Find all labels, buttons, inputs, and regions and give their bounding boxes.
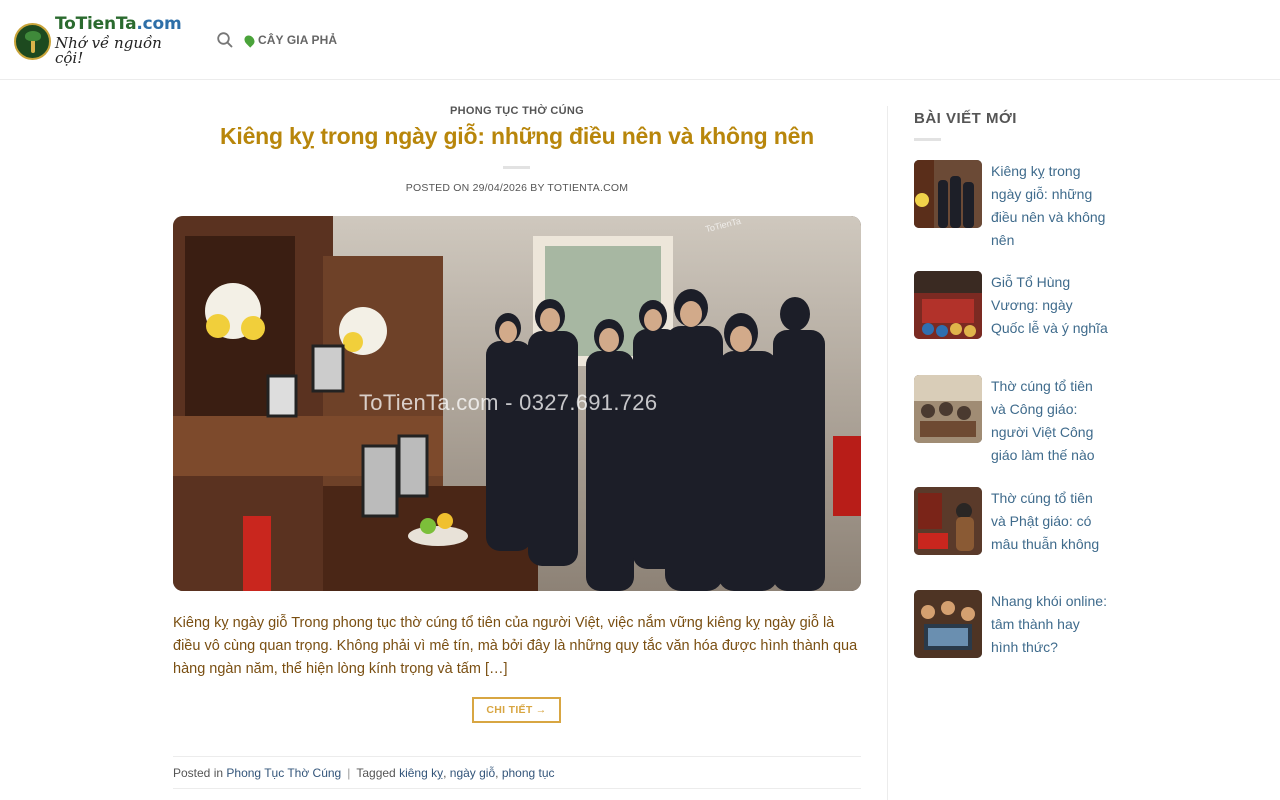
tagged-label: Tagged bbox=[356, 765, 396, 780]
recent-post-thumbnail[interactable] bbox=[914, 487, 982, 555]
image-watermark: ToTienTa.com - 0327.691.726 bbox=[359, 390, 658, 415]
recent-post-item[interactable]: Nhang khói online: tâm thành hay hình th… bbox=[914, 590, 1109, 659]
recent-post-title[interactable]: Thờ cúng tổ tiên và Công giáo: người Việ… bbox=[991, 375, 1109, 467]
article-title[interactable]: Kiêng kỵ trong ngày giỗ: những điều nên … bbox=[173, 120, 861, 152]
tag-link[interactable]: kiêng kỵ bbox=[399, 766, 443, 780]
nav-item-label: CÂY GIA PHẢ bbox=[258, 33, 338, 47]
recent-post-thumbnail[interactable] bbox=[914, 590, 982, 658]
logo-text: ToTienTa.com Nhớ về nguồn cội! bbox=[55, 16, 189, 66]
category-link[interactable]: Phong Tục Thờ Cúng bbox=[226, 766, 341, 780]
recent-post-item[interactable]: Giỗ Tổ Hùng Vương: ngày Quốc lễ và ý ngh… bbox=[914, 271, 1109, 340]
recent-post-title[interactable]: Kiêng kỵ trong ngày giỗ: những điều nên … bbox=[991, 160, 1109, 252]
title-divider bbox=[503, 166, 530, 169]
meta-date-link[interactable]: 29/04/2026 bbox=[473, 182, 528, 194]
recent-posts-title: BÀI VIẾT MỚI bbox=[914, 110, 1017, 127]
sidebar: BÀI VIẾT MỚI Kiêng kỵ trong ngày giỗ: nh… bbox=[914, 106, 1114, 658]
article-category[interactable]: PHONG TỤC THỜ CÚNG bbox=[173, 105, 861, 117]
recent-post-thumbnail[interactable] bbox=[914, 160, 982, 228]
tag-link[interactable]: phong tục bbox=[502, 766, 555, 780]
logo-slogan: Nhớ về nguồn cội! bbox=[55, 34, 162, 67]
article-featured-image[interactable]: ToTienTa.com - 0327.691.726 ToTienTa bbox=[173, 216, 861, 591]
logo-name-domain: .com bbox=[136, 14, 182, 34]
site-header: ToTienTa.com Nhớ về nguồn cội! CÂY GIA P… bbox=[0, 0, 1280, 80]
meta-posted-on: POSTED ON bbox=[405, 182, 470, 194]
recent-post-item[interactable]: Kiêng kỵ trong ngày giỗ: những điều nên … bbox=[914, 160, 1109, 252]
read-more-button[interactable]: CHI TIẾT → bbox=[472, 697, 561, 723]
logo-name: ToTienTa.com bbox=[55, 16, 189, 33]
article-meta: POSTED ON 29/04/2026 BY TOTIENTA.COM bbox=[173, 182, 861, 194]
recent-post-item[interactable]: Thờ cúng tổ tiên và Phật giáo: có mâu th… bbox=[914, 487, 1109, 556]
recent-post-title[interactable]: Nhang khói online: tâm thành hay hình th… bbox=[991, 590, 1109, 659]
tag-link[interactable]: ngày giỗ bbox=[450, 766, 495, 780]
recent-post-thumbnail[interactable] bbox=[914, 271, 982, 339]
nav-item-family-tree[interactable]: CÂY GIA PHẢ bbox=[242, 30, 338, 50]
logo-name-main: ToTienTa bbox=[55, 14, 137, 34]
logo-emblem-icon bbox=[14, 22, 51, 60]
search-icon[interactable] bbox=[216, 31, 234, 49]
meta-author-link[interactable]: TOTIENTA.COM bbox=[547, 182, 628, 194]
recent-post-item[interactable]: Thờ cúng tổ tiên và Công giáo: người Việ… bbox=[914, 375, 1109, 467]
leaf-icon bbox=[242, 32, 257, 48]
article-excerpt: Kiêng kỵ ngày giỗ Trong phong tục thờ cú… bbox=[173, 615, 858, 677]
article-footer-meta: Posted in Phong Tục Thờ Cúng | Tagged kiên… bbox=[173, 756, 861, 789]
recent-post-title[interactable]: Thờ cúng tổ tiên và Phật giáo: có mâu th… bbox=[991, 487, 1109, 556]
recent-post-title[interactable]: Giỗ Tổ Hùng Vương: ngày Quốc lễ và ý ngh… bbox=[991, 271, 1109, 340]
sidebar-divider bbox=[887, 106, 888, 800]
meta-by: BY bbox=[530, 182, 545, 194]
posted-in-label: Posted in bbox=[173, 765, 224, 780]
site-logo[interactable]: ToTienTa.com Nhớ về nguồn cội! bbox=[14, 16, 189, 66]
widget-title-divider bbox=[914, 138, 941, 141]
recent-post-thumbnail[interactable] bbox=[914, 375, 982, 443]
meta-separator: | bbox=[347, 765, 351, 780]
